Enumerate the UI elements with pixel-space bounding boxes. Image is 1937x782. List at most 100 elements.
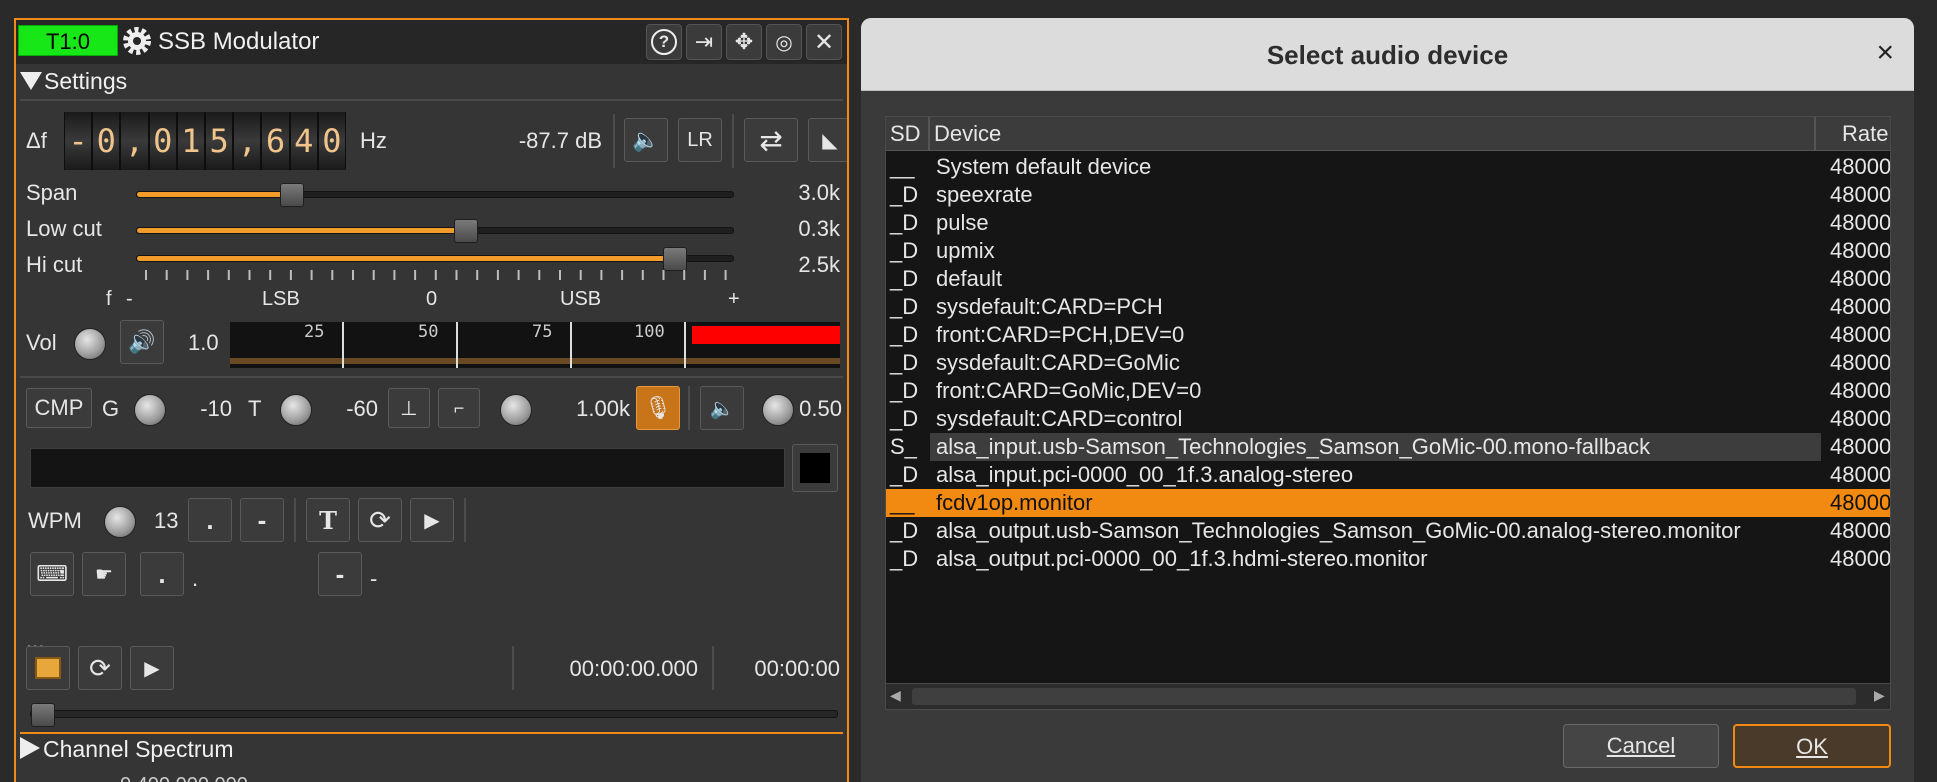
- row-device: fcdv1op.monitor: [936, 490, 1093, 515]
- table-row[interactable]: _D alsa_output.pci-0000_00_1f.3.hdmi-ster…: [886, 545, 1890, 573]
- gear-icon[interactable]: [120, 24, 154, 58]
- audio-mute-button[interactable]: 🔈: [624, 118, 668, 162]
- low-cut-value: 0.3k: [798, 216, 840, 241]
- table-row[interactable]: _D sysdefault:CARD=control 48000: [886, 405, 1890, 433]
- digit[interactable]: 0: [318, 112, 346, 170]
- row-sd: _D: [890, 350, 919, 375]
- select-audio-device-dialog: Select audio device × SD Device Rate __ S…: [861, 18, 1914, 782]
- microphone-button[interactable]: 🎙: [636, 386, 680, 430]
- hi-cut-slider[interactable]: [136, 247, 734, 271]
- file-loop-button[interactable]: ⟳: [78, 646, 122, 690]
- tone-button[interactable]: ⊥: [388, 388, 430, 428]
- row-sd: _D: [890, 182, 919, 207]
- text-mode-button[interactable]: T: [306, 498, 350, 542]
- digit[interactable]: 0: [149, 112, 176, 170]
- digit[interactable]: 5: [206, 112, 233, 170]
- scroll-left-icon[interactable]: ◀: [890, 687, 901, 704]
- row-device: upmix: [936, 238, 995, 263]
- keyboard-icon: ⌨: [36, 561, 68, 586]
- column-header-sd[interactable]: SD: [890, 121, 921, 147]
- table-row[interactable]: _D front:CARD=PCH,DEV=0 48000: [886, 321, 1890, 349]
- move-button[interactable]: ⇥: [686, 24, 722, 60]
- separator: [294, 498, 296, 542]
- swap-button[interactable]: ⇄: [744, 118, 798, 162]
- device-list[interactable]: SD Device Rate __ System default device 48…: [885, 116, 1891, 710]
- help-button[interactable]: ?: [646, 24, 682, 60]
- slider-fill: [137, 192, 293, 197]
- digit[interactable]: 6: [262, 112, 289, 170]
- table-row[interactable]: _D default 48000: [886, 265, 1890, 293]
- channel-tag[interactable]: T1:0: [18, 25, 118, 56]
- table-row[interactable]: _D upmix 48000: [886, 237, 1890, 265]
- horizontal-scrollbar[interactable]: ◀ ▶: [886, 683, 1890, 709]
- slider-handle[interactable]: [31, 703, 55, 727]
- volume-knob[interactable]: [74, 328, 106, 360]
- table-row[interactable]: _D speexrate 48000: [886, 181, 1890, 209]
- settings-toggle[interactable]: Settings: [20, 68, 127, 95]
- mic-mute-button[interactable]: 🔈: [700, 386, 744, 430]
- table-row[interactable]: _D alsa_input.pci-0000_00_1f.3.analog-ste…: [886, 461, 1890, 489]
- table-row[interactable]: __ fcdv1op.monitor 48000: [886, 489, 1890, 517]
- dot-key-button[interactable]: .: [140, 552, 184, 596]
- cmp-button[interactable]: CMP: [26, 388, 92, 428]
- tone-frequency-knob[interactable]: [500, 394, 532, 426]
- speaker-button[interactable]: 🔊: [120, 320, 164, 364]
- meter-tick: [684, 322, 686, 368]
- folder-icon: [35, 657, 61, 679]
- scale-zero: 0: [426, 288, 438, 310]
- morse-key-icon: ⌐: [453, 397, 465, 418]
- column-header-rate[interactable]: Rate: [1842, 121, 1888, 147]
- frequency-dial[interactable]: - 0 , 0 1 5 , 6 4 0: [64, 112, 346, 170]
- table-row[interactable]: _D sysdefault:CARD=GoMic 48000: [886, 349, 1890, 377]
- spectrum-peak-icon: ⊥: [400, 397, 418, 420]
- hide-button[interactable]: ◎: [766, 24, 802, 60]
- table-row[interactable]: _D pulse 48000: [886, 209, 1890, 237]
- color-button[interactable]: [792, 444, 838, 492]
- scrollbar-thumb[interactable]: [912, 688, 1856, 705]
- row-sd: _D: [890, 322, 919, 347]
- row-rate: 48000: [1830, 210, 1891, 235]
- wpm-knob[interactable]: [104, 506, 136, 538]
- digit[interactable]: -: [65, 112, 92, 170]
- table-row[interactable]: _D sysdefault:CARD=PCH 48000: [886, 293, 1890, 321]
- row-sd: _D: [890, 378, 919, 403]
- gain-knob[interactable]: [134, 394, 166, 426]
- file-position-slider[interactable]: [30, 703, 838, 727]
- play-cw-button[interactable]: ▶: [410, 498, 454, 542]
- digit[interactable]: 4: [290, 112, 317, 170]
- low-cut-slider[interactable]: [136, 219, 734, 243]
- dash-button[interactable]: -: [240, 498, 284, 542]
- loop-button[interactable]: ⟳: [358, 498, 402, 542]
- dash-key-button[interactable]: -: [318, 552, 362, 596]
- lr-button[interactable]: LR: [678, 118, 722, 162]
- open-file-button[interactable]: [26, 646, 70, 690]
- row-sd: _D: [890, 238, 919, 263]
- channel-spectrum-toggle[interactable]: Channel Spectrum: [20, 736, 234, 763]
- threshold-knob[interactable]: [280, 394, 312, 426]
- slider-handle[interactable]: [280, 183, 305, 207]
- file-play-button[interactable]: ▶: [130, 646, 174, 690]
- cancel-button[interactable]: Cancel: [1563, 724, 1719, 768]
- row-device: alsa_output.usb-Samson_Technologies_Sams…: [936, 518, 1741, 543]
- dot-button[interactable]: .: [188, 498, 232, 542]
- table-row[interactable]: __ System default device 48000: [886, 153, 1890, 181]
- slider-handle[interactable]: [453, 219, 478, 243]
- column-header-device[interactable]: Device: [934, 121, 1001, 147]
- filter-button[interactable]: ◣: [808, 118, 847, 162]
- table-row[interactable]: _D alsa_output.usb-Samson_Technologies_Sa…: [886, 517, 1890, 545]
- keyboard-button[interactable]: ⌨: [30, 552, 74, 596]
- span-slider[interactable]: [136, 183, 734, 207]
- digit[interactable]: 1: [177, 112, 205, 170]
- close-button[interactable]: ✕: [806, 24, 842, 60]
- dialog-close-icon[interactable]: ×: [1876, 36, 1894, 70]
- scroll-right-icon[interactable]: ▶: [1874, 687, 1885, 704]
- paddle-button[interactable]: ☛: [82, 552, 126, 596]
- table-row[interactable]: S_ alsa_input.usb-Samson_Technologies_Sam…: [886, 433, 1890, 461]
- table-row[interactable]: _D front:CARD=GoMic,DEV=0 48000: [886, 377, 1890, 405]
- digit[interactable]: 0: [93, 112, 120, 170]
- ok-button[interactable]: OK: [1733, 724, 1891, 768]
- shrink-button[interactable]: ✥: [726, 24, 762, 60]
- row-rate: 48000: [1830, 154, 1891, 179]
- cw-text-input[interactable]: [30, 448, 785, 488]
- morse-key-button[interactable]: ⌐: [438, 388, 480, 428]
